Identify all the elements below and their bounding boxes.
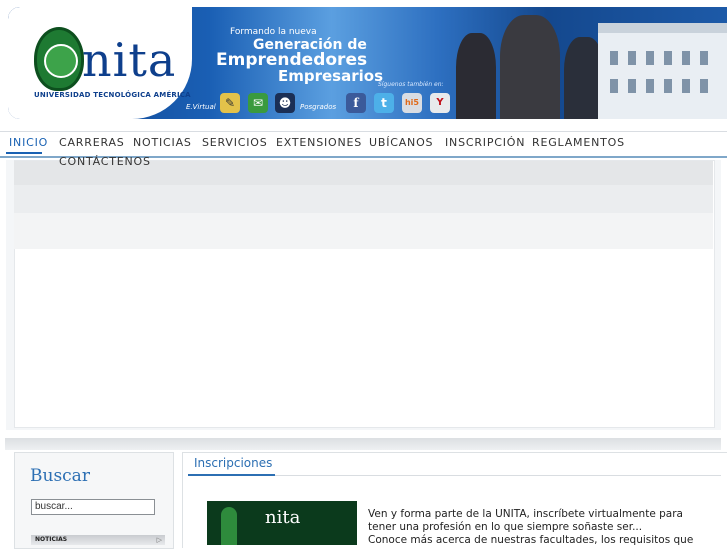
nav-active-indicator xyxy=(6,152,42,154)
section-divider xyxy=(5,438,721,450)
chevron-right-icon: ▷ xyxy=(156,536,162,544)
inscripciones-text: Ven y forma parte de la UNITA, inscríbet… xyxy=(368,508,708,547)
pencil-icon[interactable]: ✎ xyxy=(220,93,240,113)
paragraph-1: Ven y forma parte de la UNITA, inscríbet… xyxy=(368,508,683,533)
nav-ubicanos[interactable]: UBÍCANOS xyxy=(369,136,433,149)
youtube-icon[interactable]: Y xyxy=(430,93,450,113)
logo-wordmark: nita xyxy=(82,33,177,87)
nav-extensiones[interactable]: EXTENSIONES xyxy=(276,136,362,149)
slider-stripe xyxy=(14,213,713,249)
hi5-icon[interactable]: hi5 xyxy=(402,93,422,113)
paragraph-2: Conoce más acerca de nuestras facultades… xyxy=(368,534,694,546)
social-text: Síguenos también en: xyxy=(378,81,444,88)
nav-contactenos[interactable]: CONTÁCTENOS xyxy=(59,155,151,168)
student-figure xyxy=(221,507,237,545)
people-icon[interactable]: ☻ xyxy=(275,93,295,113)
logo-area[interactable]: nita UNIVERSIDAD TECNOLÓGICA AMÉRICA xyxy=(8,7,192,119)
section-title[interactable]: Inscripciones xyxy=(194,456,272,470)
slogan-line2: Emprendedores xyxy=(216,50,368,70)
header-banner: nita UNIVERSIDAD TECNOLÓGICA AMÉRICA For… xyxy=(8,7,727,119)
search-input[interactable] xyxy=(31,499,155,515)
section-rule xyxy=(275,475,721,476)
inscripciones-banner-image[interactable]: nita xyxy=(207,501,357,545)
section-title-underline xyxy=(188,474,275,476)
noticias-menu-header[interactable]: NOTICIAS ▷ xyxy=(31,535,165,545)
nav-noticias[interactable]: NOTICIAS xyxy=(133,136,192,149)
mail-icon[interactable]: ✉ xyxy=(248,93,268,113)
posgrados-label[interactable]: Posgrados xyxy=(300,103,336,111)
mini-logo: nita xyxy=(265,507,301,528)
slogan-small: Formando la nueva xyxy=(230,27,317,37)
slider-stripe xyxy=(14,185,713,213)
nav-inicio[interactable]: INICIO xyxy=(9,136,48,149)
nav-reglamentos[interactable]: REGLAMENTOS xyxy=(532,136,625,149)
nav-carreras[interactable]: CARRERAS xyxy=(59,136,125,149)
twitter-icon[interactable]: t xyxy=(374,93,394,113)
facebook-icon[interactable]: f xyxy=(346,93,366,113)
noticias-label: NOTICIAS xyxy=(35,536,68,543)
campus-building-photo xyxy=(598,23,727,119)
nav-inscripcion[interactable]: INSCRIPCIÓN xyxy=(445,136,525,149)
search-title: Buscar xyxy=(30,466,90,486)
evirtual-label[interactable]: E.Virtual xyxy=(186,103,216,111)
students-photo xyxy=(448,11,608,119)
nav-servicios[interactable]: SERVICIOS xyxy=(202,136,268,149)
logo-subtitle: UNIVERSIDAD TECNOLÓGICA AMÉRICA xyxy=(34,91,191,99)
main-nav: INICIO CARRERAS NOTICIAS SERVICIOS EXTEN… xyxy=(0,131,727,158)
logo-emblem-icon xyxy=(34,27,84,91)
slogan-line3: Empresarios xyxy=(278,67,384,85)
